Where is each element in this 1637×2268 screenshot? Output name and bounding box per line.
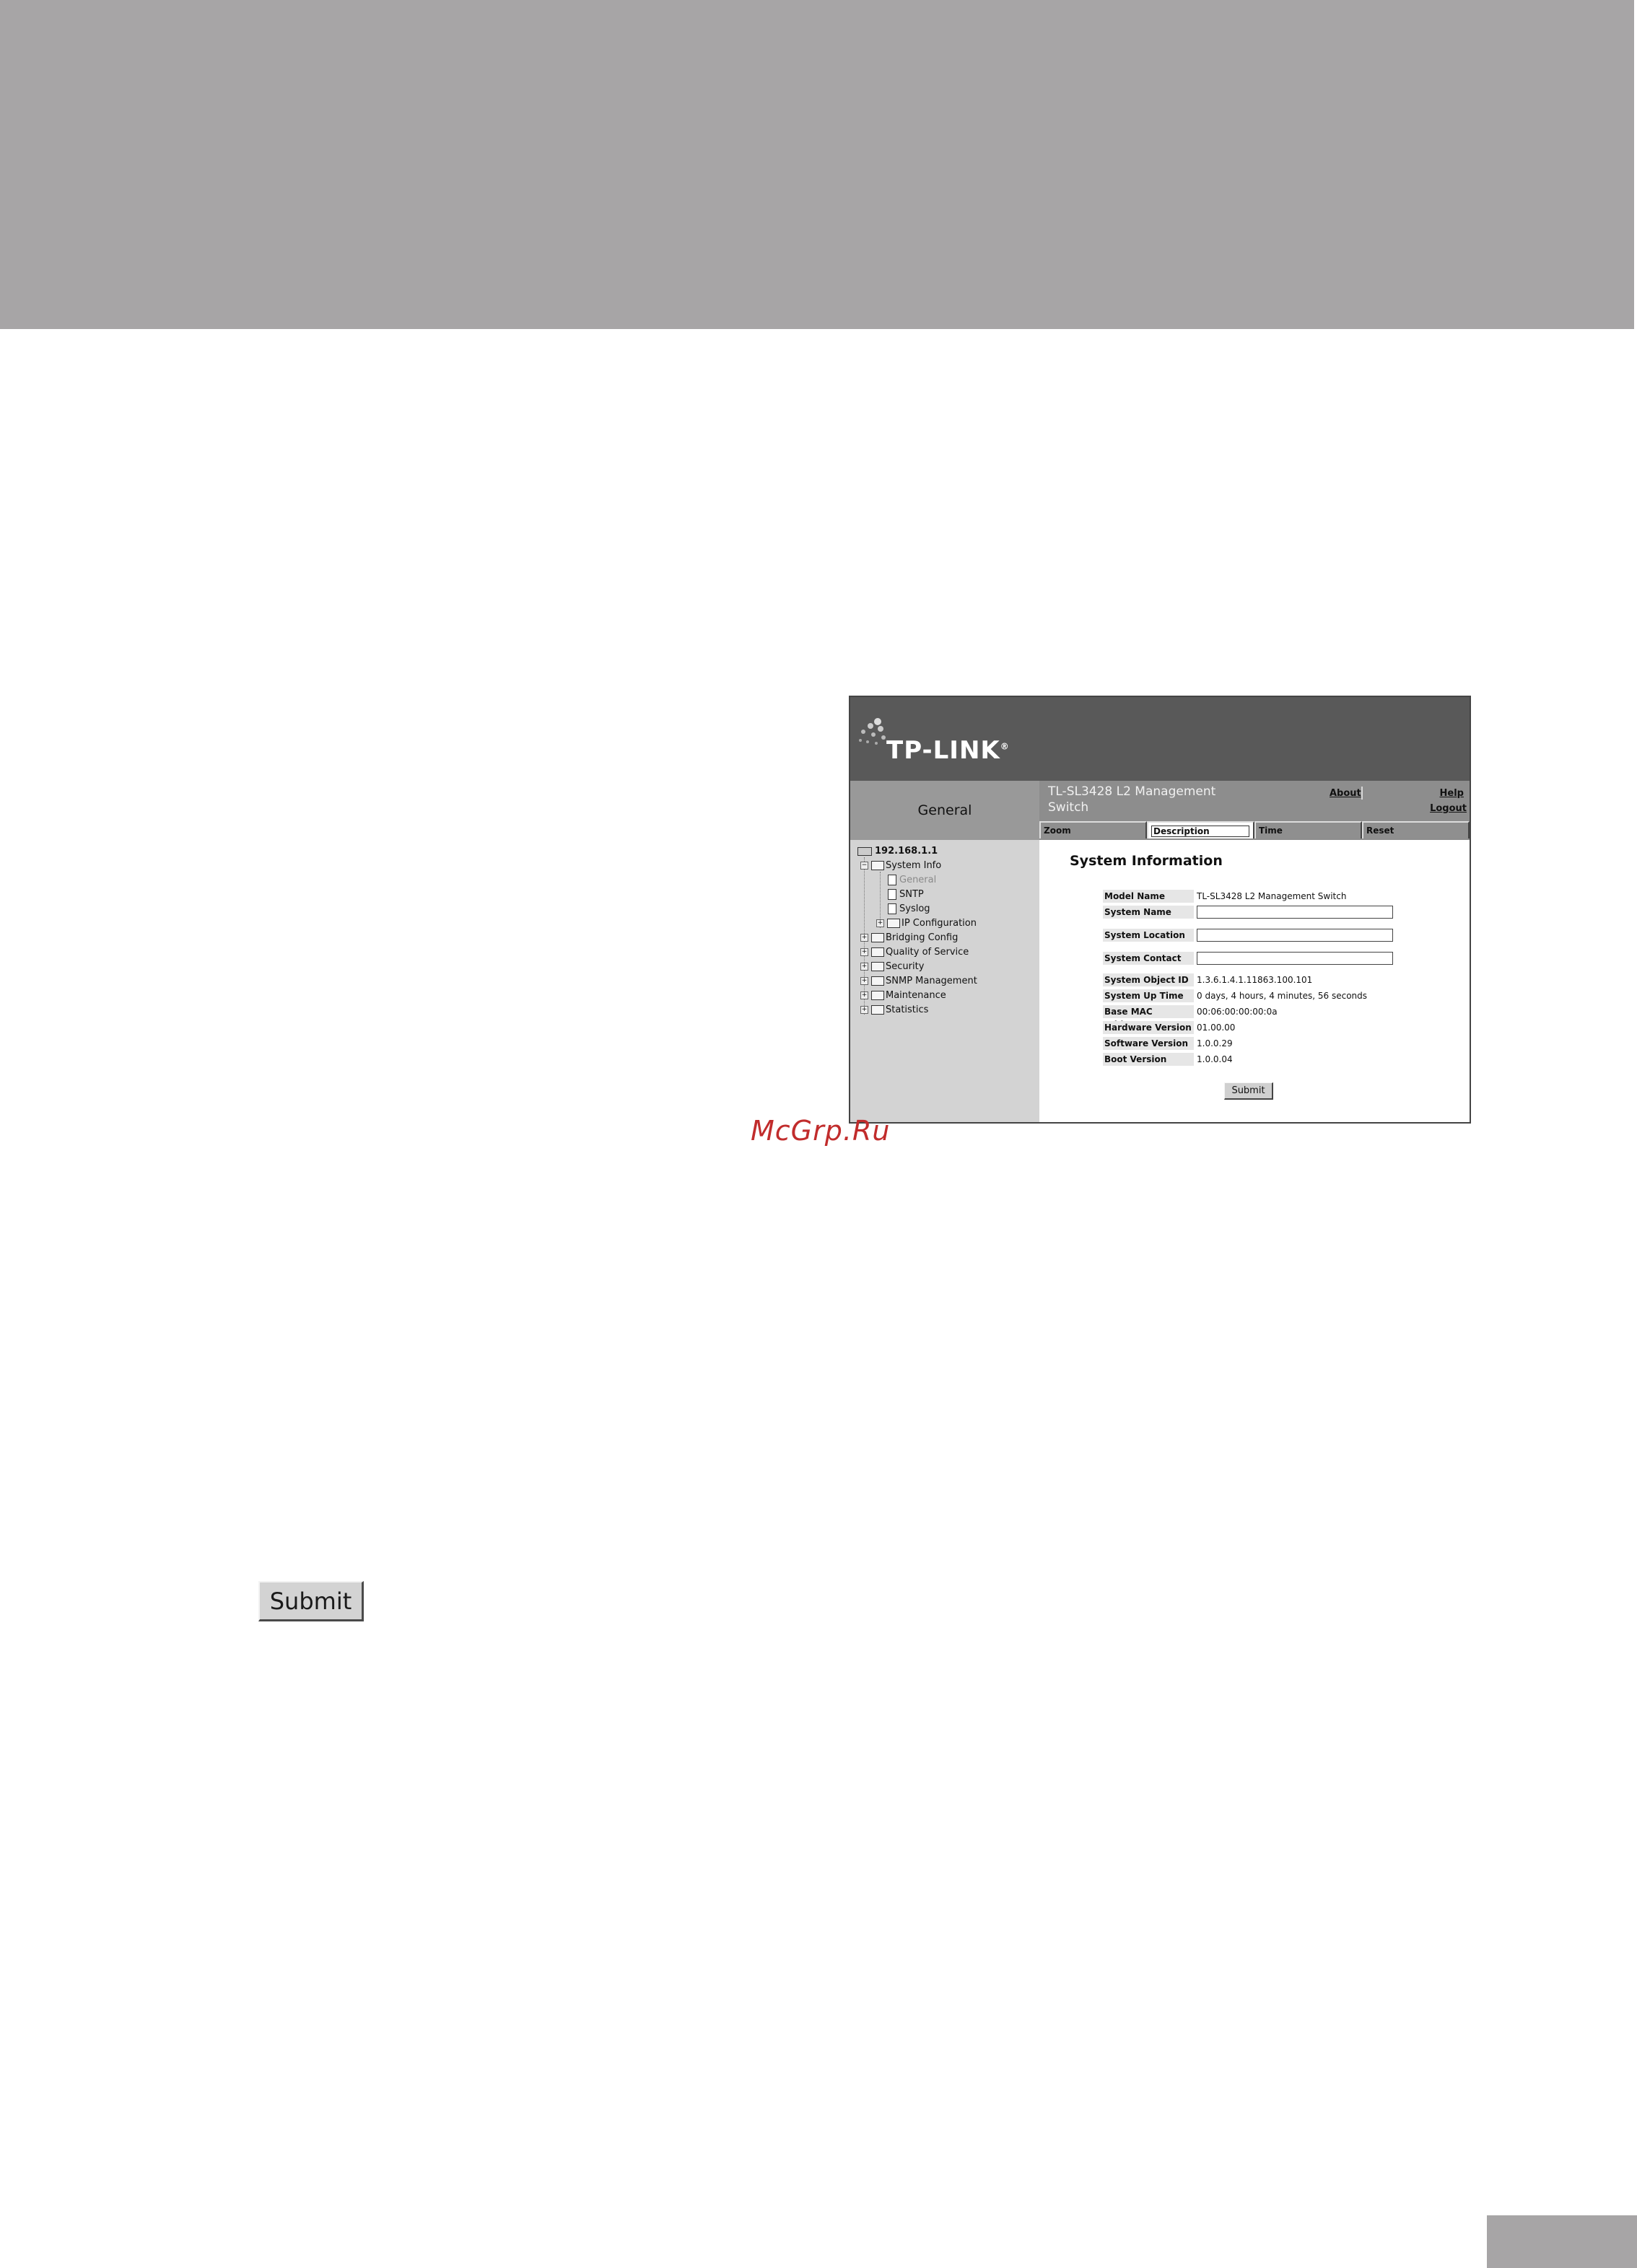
- tree-item-label: Bridging Config: [886, 932, 959, 943]
- tree-root-label: 192.168.1.1: [875, 846, 938, 857]
- expand-icon: +: [860, 963, 868, 971]
- tree-item-label: SNTP: [899, 889, 924, 900]
- tab-description[interactable]: Description: [1147, 821, 1254, 839]
- field-label: Boot Version: [1103, 1053, 1194, 1066]
- app-header: TP-LINK®: [850, 697, 1470, 781]
- about-link[interactable]: About: [1330, 788, 1361, 799]
- divider: [1361, 787, 1363, 800]
- folder-icon: [871, 1005, 884, 1015]
- expand-icon: +: [860, 1006, 868, 1014]
- tree-item-ip-configuration[interactable]: + IP Configuration: [876, 918, 977, 929]
- tree-item-statistics[interactable]: + Statistics: [860, 1004, 928, 1015]
- folder-icon: [871, 991, 884, 1000]
- tree-item-syslog[interactable]: Syslog: [888, 903, 930, 914]
- folder-icon: [887, 919, 900, 928]
- tree-item-general[interactable]: General: [888, 875, 936, 885]
- row-system-object-id: System Object ID 1.3.6.1.4.1.11863.100.10…: [1103, 973, 1312, 987]
- tree-item-label: Quality of Service: [886, 947, 969, 958]
- row-model-name: Model Name TL-SL3428 L2 Management Switch: [1103, 889, 1346, 903]
- computer-icon: [857, 846, 872, 856]
- page-title: System Information: [1070, 853, 1223, 869]
- collapse-icon: −: [860, 862, 868, 870]
- tree-item-label: Syslog: [899, 903, 930, 914]
- expand-icon: +: [860, 948, 868, 956]
- page-icon: [888, 903, 896, 914]
- tree-item-label: Statistics: [886, 1004, 929, 1015]
- tree-item-system-info[interactable]: − System Info: [860, 860, 941, 871]
- system-name-input[interactable]: [1197, 906, 1393, 919]
- tree-item-quality-of-service[interactable]: + Quality of Service: [860, 947, 969, 958]
- software-version-value: 1.0.0.29: [1197, 1038, 1233, 1048]
- section-title: General: [850, 781, 1039, 840]
- tree-item-snmp-management[interactable]: + SNMP Management: [860, 976, 977, 986]
- tree-item-maintenance[interactable]: + Maintenance: [860, 990, 946, 1001]
- page-corner-tab: [1487, 2215, 1637, 2268]
- watermark: McGrp.Ru: [751, 1115, 891, 1147]
- row-system-location: System Location: [1103, 928, 1393, 942]
- logout-link[interactable]: Logout: [1430, 803, 1467, 814]
- tree-item-security[interactable]: + Security: [860, 961, 924, 972]
- row-hardware-version: Hardware Version 01.00.00: [1103, 1020, 1235, 1035]
- field-label: System Up Time: [1103, 989, 1194, 1002]
- field-label: System Contact: [1103, 952, 1194, 965]
- web-ui-screenshot: TP-LINK® General TL-SL3428 L2 Management…: [849, 696, 1471, 1124]
- field-label: Software Version: [1103, 1037, 1194, 1050]
- tab-time[interactable]: Time: [1254, 821, 1362, 839]
- tree-item-sntp[interactable]: SNTP: [888, 889, 924, 900]
- navigation-tree: 192.168.1.1 − System Info General SNTP Sy…: [850, 840, 1039, 1122]
- row-base-mac-address: Base MAC Address00:06:00:00:00:0a: [1103, 1004, 1278, 1030]
- tab-zoom[interactable]: Zoom: [1039, 821, 1147, 839]
- field-label: System Name: [1103, 906, 1194, 919]
- folder-icon: [871, 947, 884, 957]
- tab-description-label: Description: [1151, 826, 1249, 837]
- main-panel: System Information Model Name TL-SL3428 L…: [1039, 840, 1470, 1122]
- tp-link-logo: TP-LINK®: [886, 736, 1010, 765]
- tree-item-bridging-config[interactable]: + Bridging Config: [860, 932, 958, 943]
- folder-icon: [871, 976, 884, 986]
- row-system-name: System Name: [1103, 905, 1393, 919]
- submit-button-example[interactable]: Submit: [258, 1581, 364, 1621]
- system-object-id-value: 1.3.6.1.4.1.11863.100.101: [1197, 975, 1313, 985]
- title-bar: TL-SL3428 L2 Management Switch About Hel…: [1039, 781, 1470, 821]
- field-label: System Object ID: [1103, 973, 1194, 986]
- tree-item-label: IP Configuration: [902, 918, 977, 929]
- system-up-time-value: 0 days, 4 hours, 4 minutes, 56 seconds: [1197, 991, 1368, 1001]
- expand-icon: +: [860, 991, 868, 999]
- header-band: [0, 0, 1634, 329]
- tree-item-label: SNMP Management: [886, 976, 977, 986]
- expand-icon: +: [860, 934, 868, 942]
- tab-reset[interactable]: Reset: [1362, 821, 1470, 839]
- expand-icon: +: [876, 919, 884, 927]
- tree-item-label: Maintenance: [886, 990, 946, 1001]
- device-name: TL-SL3428 L2 Management Switch: [1048, 784, 1216, 815]
- base-mac-address-value: 00:06:00:00:00:0a: [1197, 1007, 1278, 1017]
- expand-icon: +: [860, 977, 868, 985]
- submit-button[interactable]: Submit: [1224, 1082, 1273, 1100]
- boot-version-value: 1.0.0.04: [1197, 1054, 1233, 1064]
- folder-icon: [871, 933, 884, 942]
- tree-root[interactable]: 192.168.1.1: [857, 846, 938, 857]
- system-location-input[interactable]: [1197, 929, 1393, 942]
- tree-item-label: Security: [886, 961, 925, 972]
- tab-bar: Zoom Description Time Reset: [1039, 821, 1470, 840]
- row-system-up-time: System Up Time 0 days, 4 hours, 4 minutes…: [1103, 989, 1367, 1003]
- tree-item-label: General: [899, 875, 937, 885]
- hardware-version-value: 01.00.00: [1197, 1023, 1236, 1033]
- page-icon: [888, 875, 896, 885]
- field-label: Base MAC Address: [1103, 1005, 1194, 1030]
- row-boot-version: Boot Version 1.0.0.04: [1103, 1052, 1233, 1067]
- row-system-contact: System Contact: [1103, 951, 1393, 966]
- field-label: Model Name: [1103, 890, 1194, 903]
- page-icon: [888, 889, 896, 900]
- field-label: Hardware Version: [1103, 1021, 1194, 1034]
- row-software-version: Software Version 1.0.0.29: [1103, 1036, 1233, 1051]
- system-contact-input[interactable]: [1197, 952, 1393, 965]
- folder-icon: [871, 962, 884, 971]
- help-link[interactable]: Help: [1440, 788, 1464, 799]
- folder-icon: [871, 861, 884, 870]
- model-name-value: TL-SL3428 L2 Management Switch: [1197, 891, 1347, 901]
- tree-item-label: System Info: [886, 860, 942, 871]
- field-label: System Location: [1103, 929, 1194, 942]
